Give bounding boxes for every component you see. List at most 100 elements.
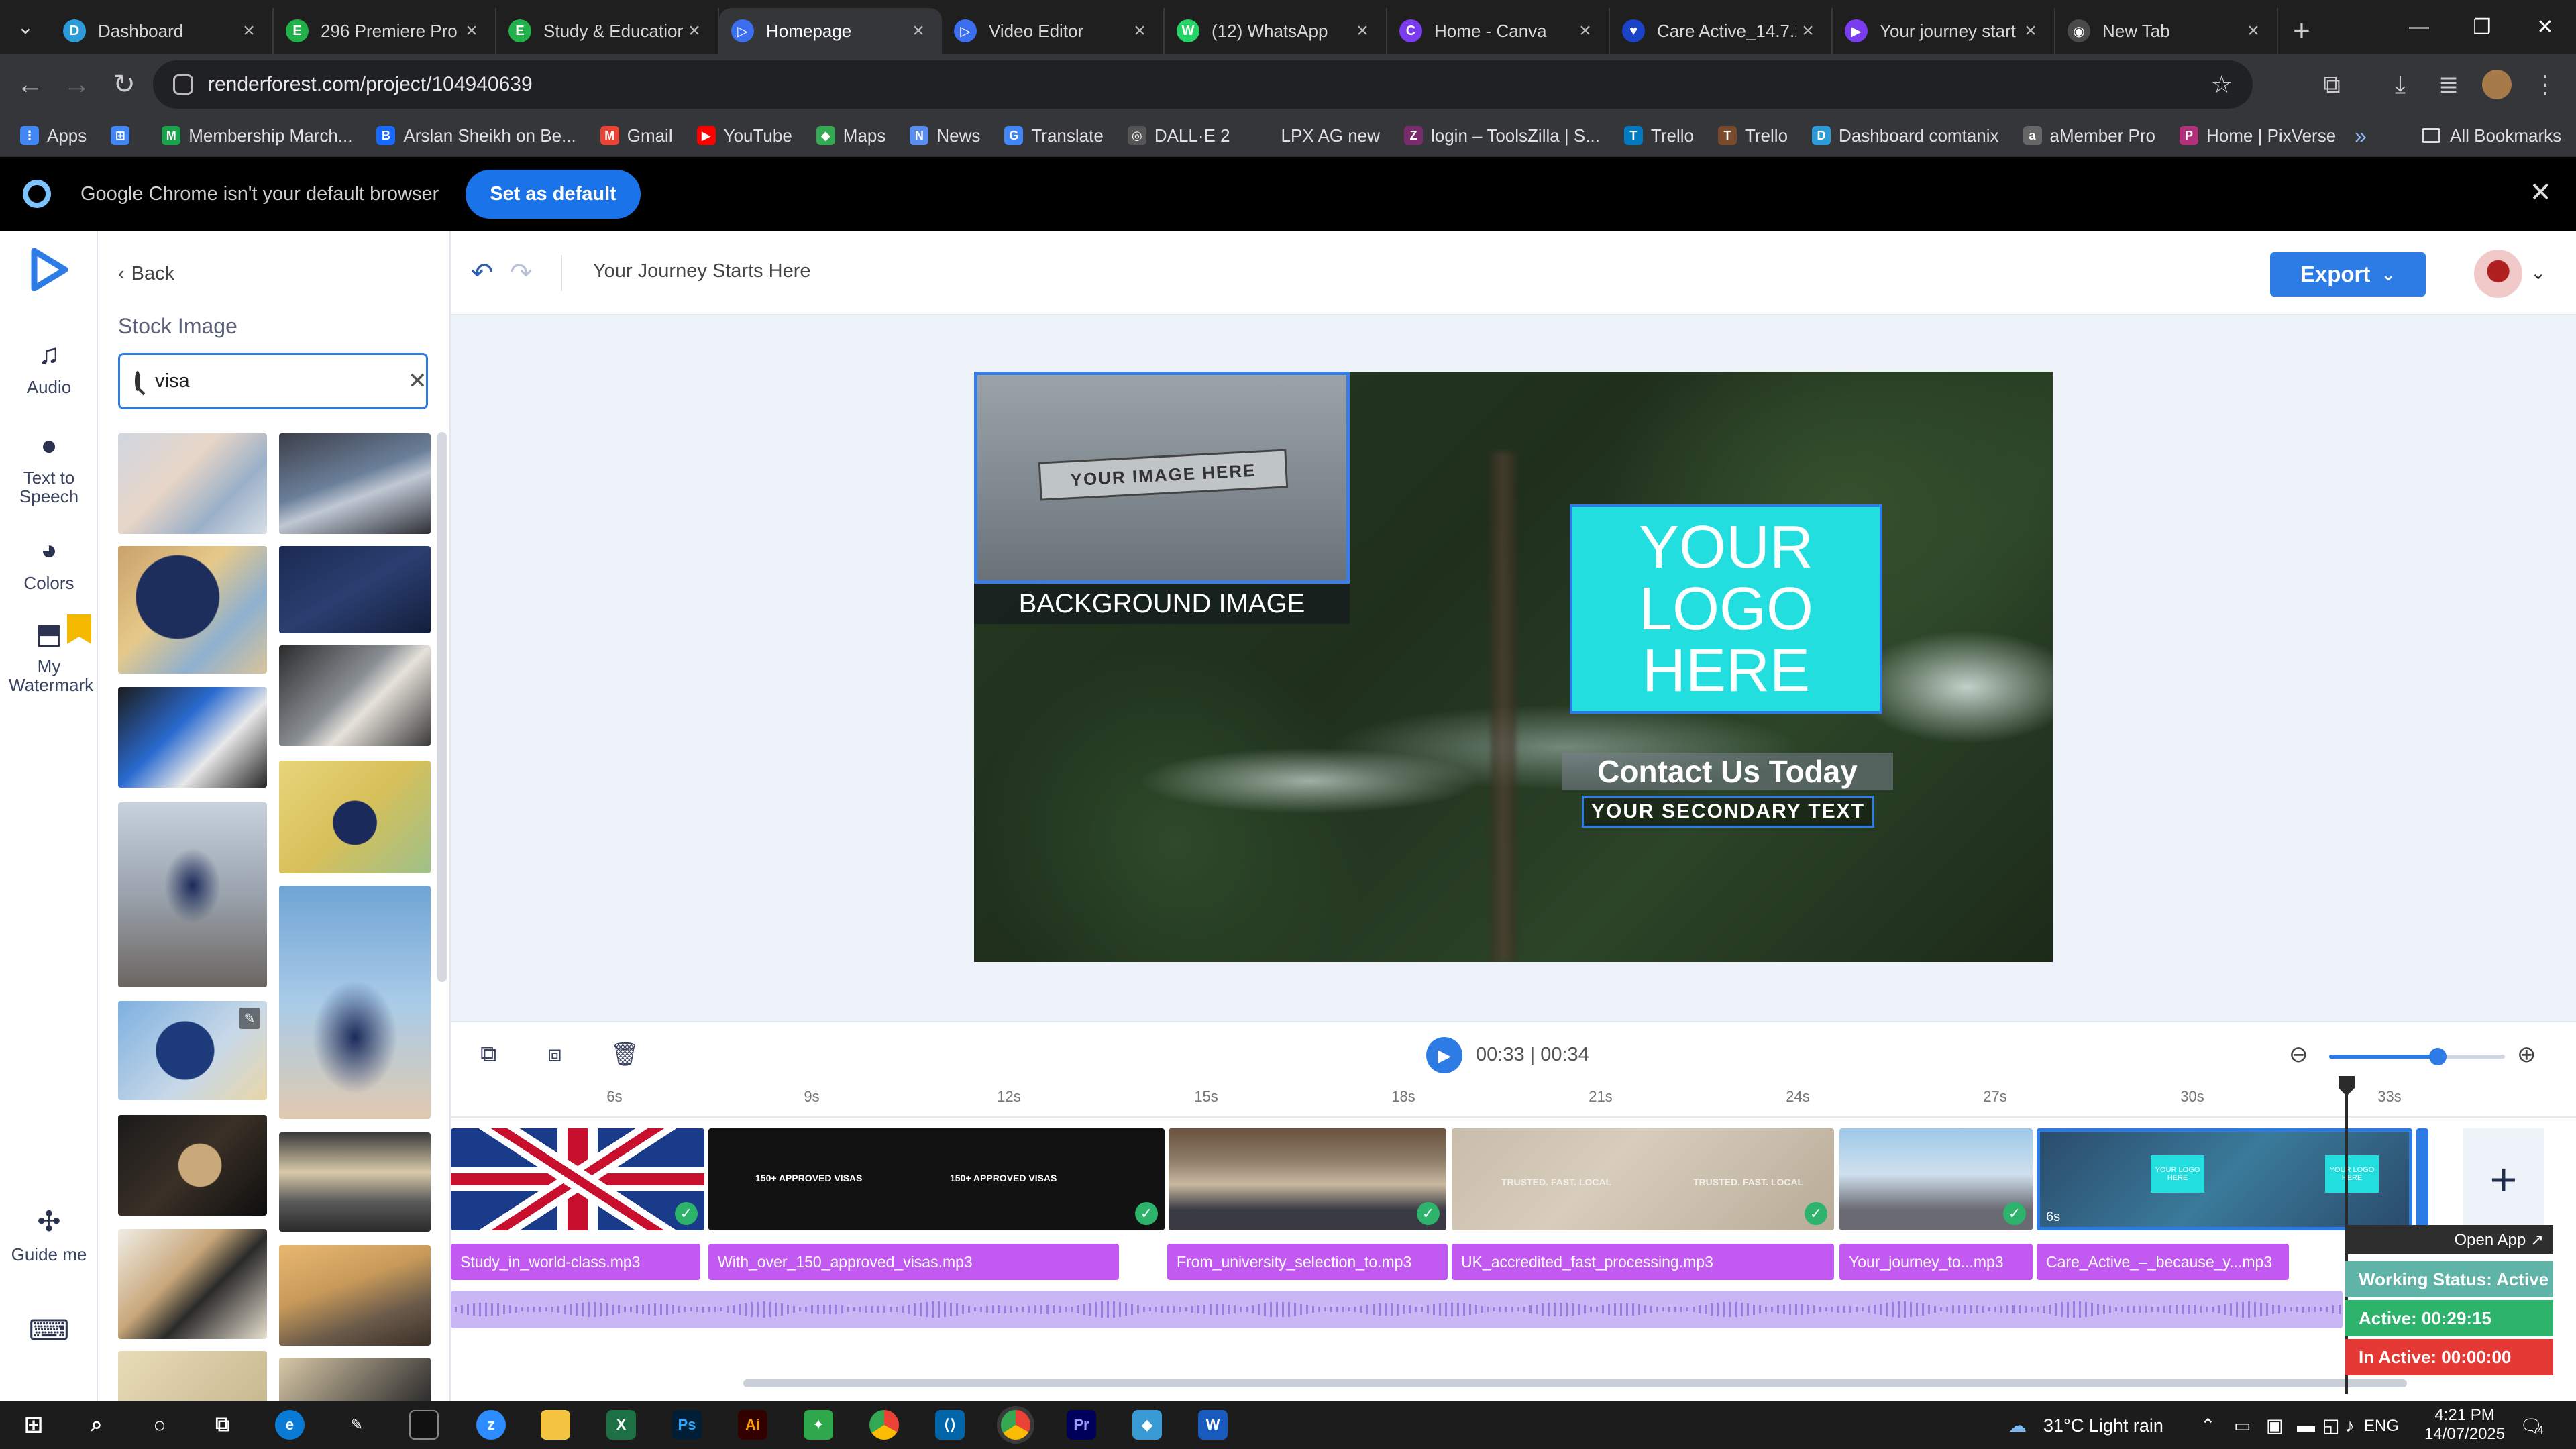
terminal-icon[interactable] [409, 1410, 439, 1440]
file-explorer-icon[interactable] [541, 1410, 570, 1440]
edit-icon[interactable]: ✎ [239, 1008, 260, 1029]
back-link[interactable]: ‹ Back [118, 263, 174, 285]
bookmark-item[interactable]: LPX AG new [1254, 125, 1380, 146]
bookmark-item[interactable]: Zlogin – ToolsZilla | S... [1403, 125, 1600, 146]
rail-audio[interactable]: ♫ Audio [0, 338, 98, 398]
task-view-icon[interactable]: ⧉ [208, 1410, 237, 1440]
stock-image-thumb[interactable] [279, 546, 431, 633]
set-as-default-button[interactable]: Set as default [466, 169, 641, 219]
stock-image-thumb[interactable] [118, 546, 267, 674]
scene-resize-handle[interactable] [2416, 1128, 2428, 1230]
site-info-icon[interactable] [173, 74, 193, 95]
stock-image-thumb[interactable] [118, 1351, 267, 1401]
timeline-horizontal-scrollbar[interactable] [743, 1379, 2407, 1387]
stock-search[interactable]: ✕ [118, 353, 428, 409]
volume-icon[interactable]: ♪ [2345, 1415, 2355, 1436]
add-scene-button[interactable]: + [2463, 1128, 2544, 1230]
bookmark-item[interactable]: B Arslan Sheikh on Be... [376, 125, 576, 146]
zoom-slider[interactable] [2329, 1048, 2505, 1065]
profile-avatar[interactable] [2473, 60, 2521, 109]
rail-colors[interactable]: ◕ Colors [0, 534, 98, 594]
contact-text[interactable]: Contact Us Today [1562, 753, 1893, 790]
zoom-slider-thumb[interactable] [2429, 1048, 2447, 1065]
time-ruler[interactable]: 6s 9s 12s 15s 18s 21s 24s 27s 30s 33s [451, 1084, 2576, 1118]
browser-tab[interactable]: ▶ Your journey start × [1833, 8, 2055, 54]
stock-image-thumb[interactable] [279, 1132, 431, 1232]
battery-icon[interactable]: ▬ [2297, 1415, 2315, 1436]
premiere-pro-icon[interactable]: Pr [1067, 1410, 1096, 1440]
avatar-chevron-down-icon[interactable]: ⌄ [2530, 262, 2546, 284]
keyboard-shortcuts-icon[interactable]: ⌨ [0, 1313, 98, 1353]
audio-clip[interactable]: From_university_selection_to.mp3 [1167, 1244, 1448, 1280]
bookmark-item[interactable]: a aMember Pro [2023, 125, 2155, 146]
chrome-icon[interactable] [869, 1410, 899, 1440]
duplicate-icon[interactable]: ⧈ [547, 1041, 562, 1067]
zoom-out-icon[interactable]: ⊖ [2289, 1041, 2308, 1068]
word-icon[interactable]: W [1198, 1410, 1228, 1440]
search-icon[interactable]: ⌕ [82, 1410, 111, 1440]
stock-image-thumb[interactable] [279, 433, 431, 534]
scene-clip[interactable]: 150+ APPROVED VISAS 150+ APPROVED VISAS … [708, 1128, 1165, 1230]
show-hidden-icons-icon[interactable]: ⌃ [2200, 1415, 2216, 1436]
bookmark-star-icon[interactable]: ☆ [2211, 70, 2233, 99]
video-preview-canvas[interactable]: YOUR IMAGE HERE BACKGROUND IMAGE YOUR LO… [974, 372, 2053, 962]
taskbar-tray-icon[interactable]: ▣ [2266, 1415, 2284, 1436]
stock-image-thumb[interactable] [118, 1115, 267, 1216]
background-image-placeholder[interactable]: YOUR IMAGE HERE [974, 372, 1350, 584]
undo-icon[interactable]: ↶ [471, 258, 494, 288]
tab-close-icon[interactable]: × [1574, 19, 1597, 42]
project-title[interactable]: Your Journey Starts Here [593, 260, 811, 282]
rail-guide-me[interactable]: ✣ Guide me [0, 1205, 98, 1265]
browser-tab[interactable]: W (12) WhatsApp × [1165, 8, 1387, 54]
illustrator-icon[interactable]: Ai [738, 1410, 767, 1440]
tab-close-icon[interactable]: × [1128, 19, 1151, 42]
audio-clip[interactable]: Study_in_world-class.mp3 [451, 1244, 700, 1280]
tab-close-icon[interactable]: × [907, 19, 930, 42]
infobar-close-icon[interactable]: ✕ [2529, 177, 2552, 208]
browser-tab[interactable]: ▷ Homepage × [719, 8, 942, 54]
bookmark-item[interactable]: ⊞ [111, 126, 138, 145]
forward-arrow-icon[interactable]: → [54, 61, 101, 108]
tab-close-icon[interactable]: × [460, 19, 483, 42]
zoom-in-icon[interactable]: ⊕ [2517, 1041, 2536, 1068]
redo-icon[interactable]: ↷ [510, 258, 533, 288]
export-button[interactable]: Export ⌄ [2270, 252, 2426, 297]
browser-tab[interactable]: ♥ Care Active_14.7.2 × [1610, 8, 1833, 54]
scene-clip[interactable]: ✓ [1839, 1128, 2033, 1230]
user-avatar[interactable] [2474, 250, 2522, 298]
tab-close-icon[interactable]: × [2242, 19, 2265, 42]
zoom-app-icon[interactable]: z [476, 1410, 506, 1440]
weather-text[interactable]: 31°C Light rain [2043, 1415, 2163, 1436]
cortana-icon[interactable]: ○ [145, 1410, 174, 1440]
all-bookmarks[interactable]: All Bookmarks [2422, 125, 2561, 146]
add-layer-icon[interactable]: ⧉ [480, 1041, 496, 1067]
play-button[interactable]: ▶ [1426, 1037, 1462, 1073]
more-bookmarks-icon[interactable]: » [2355, 123, 2367, 148]
open-app-link[interactable]: Open App ↗ [2345, 1225, 2553, 1254]
media-controls-icon[interactable]: ≣ [2424, 60, 2473, 109]
scene-clip-selected[interactable]: YOUR LOGO HERE YOUR LOGO HERE 6s [2037, 1128, 2412, 1230]
bookmark-item[interactable]: ◎ DALL·E 2 [1127, 125, 1230, 146]
windows-start-icon[interactable]: ⊞ [19, 1410, 48, 1440]
stock-image-thumb[interactable] [279, 645, 431, 746]
input-language[interactable]: ENG [2364, 1417, 2399, 1436]
close-window-icon[interactable]: ✕ [2514, 0, 2576, 54]
chrome-menu-icon[interactable]: ⋮ [2521, 60, 2569, 109]
downloads-icon[interactable]: ⤓ [2376, 60, 2424, 109]
tab-close-icon[interactable]: × [2019, 19, 2042, 42]
clock[interactable]: 4:21 PM 14/07/2025 [2424, 1406, 2505, 1444]
audio-clip[interactable]: UK_accredited_fast_processing.mp3 [1452, 1244, 1834, 1280]
bookmark-item[interactable]: M Gmail [600, 125, 673, 146]
browser-tab[interactable]: ▷ Video Editor × [942, 8, 1165, 54]
edge-icon[interactable]: e [275, 1410, 305, 1440]
green-app-icon[interactable]: ✦ [804, 1410, 833, 1440]
scene-clip[interactable]: ✓ [451, 1128, 704, 1230]
pen-tool-icon[interactable]: ✎ [342, 1410, 372, 1440]
rail-my-watermark[interactable]: ⬒ My Watermark [0, 614, 98, 694]
stock-image-thumb[interactable] [279, 885, 431, 1119]
browser-tab[interactable]: D Dashboard × [51, 8, 274, 54]
bookmark-item[interactable]: D Dashboard comtanix [1812, 125, 1999, 146]
tab-close-icon[interactable]: × [1796, 19, 1819, 42]
weather-icon[interactable]: ☁ [2008, 1415, 2027, 1436]
clear-search-icon[interactable]: ✕ [408, 368, 427, 394]
